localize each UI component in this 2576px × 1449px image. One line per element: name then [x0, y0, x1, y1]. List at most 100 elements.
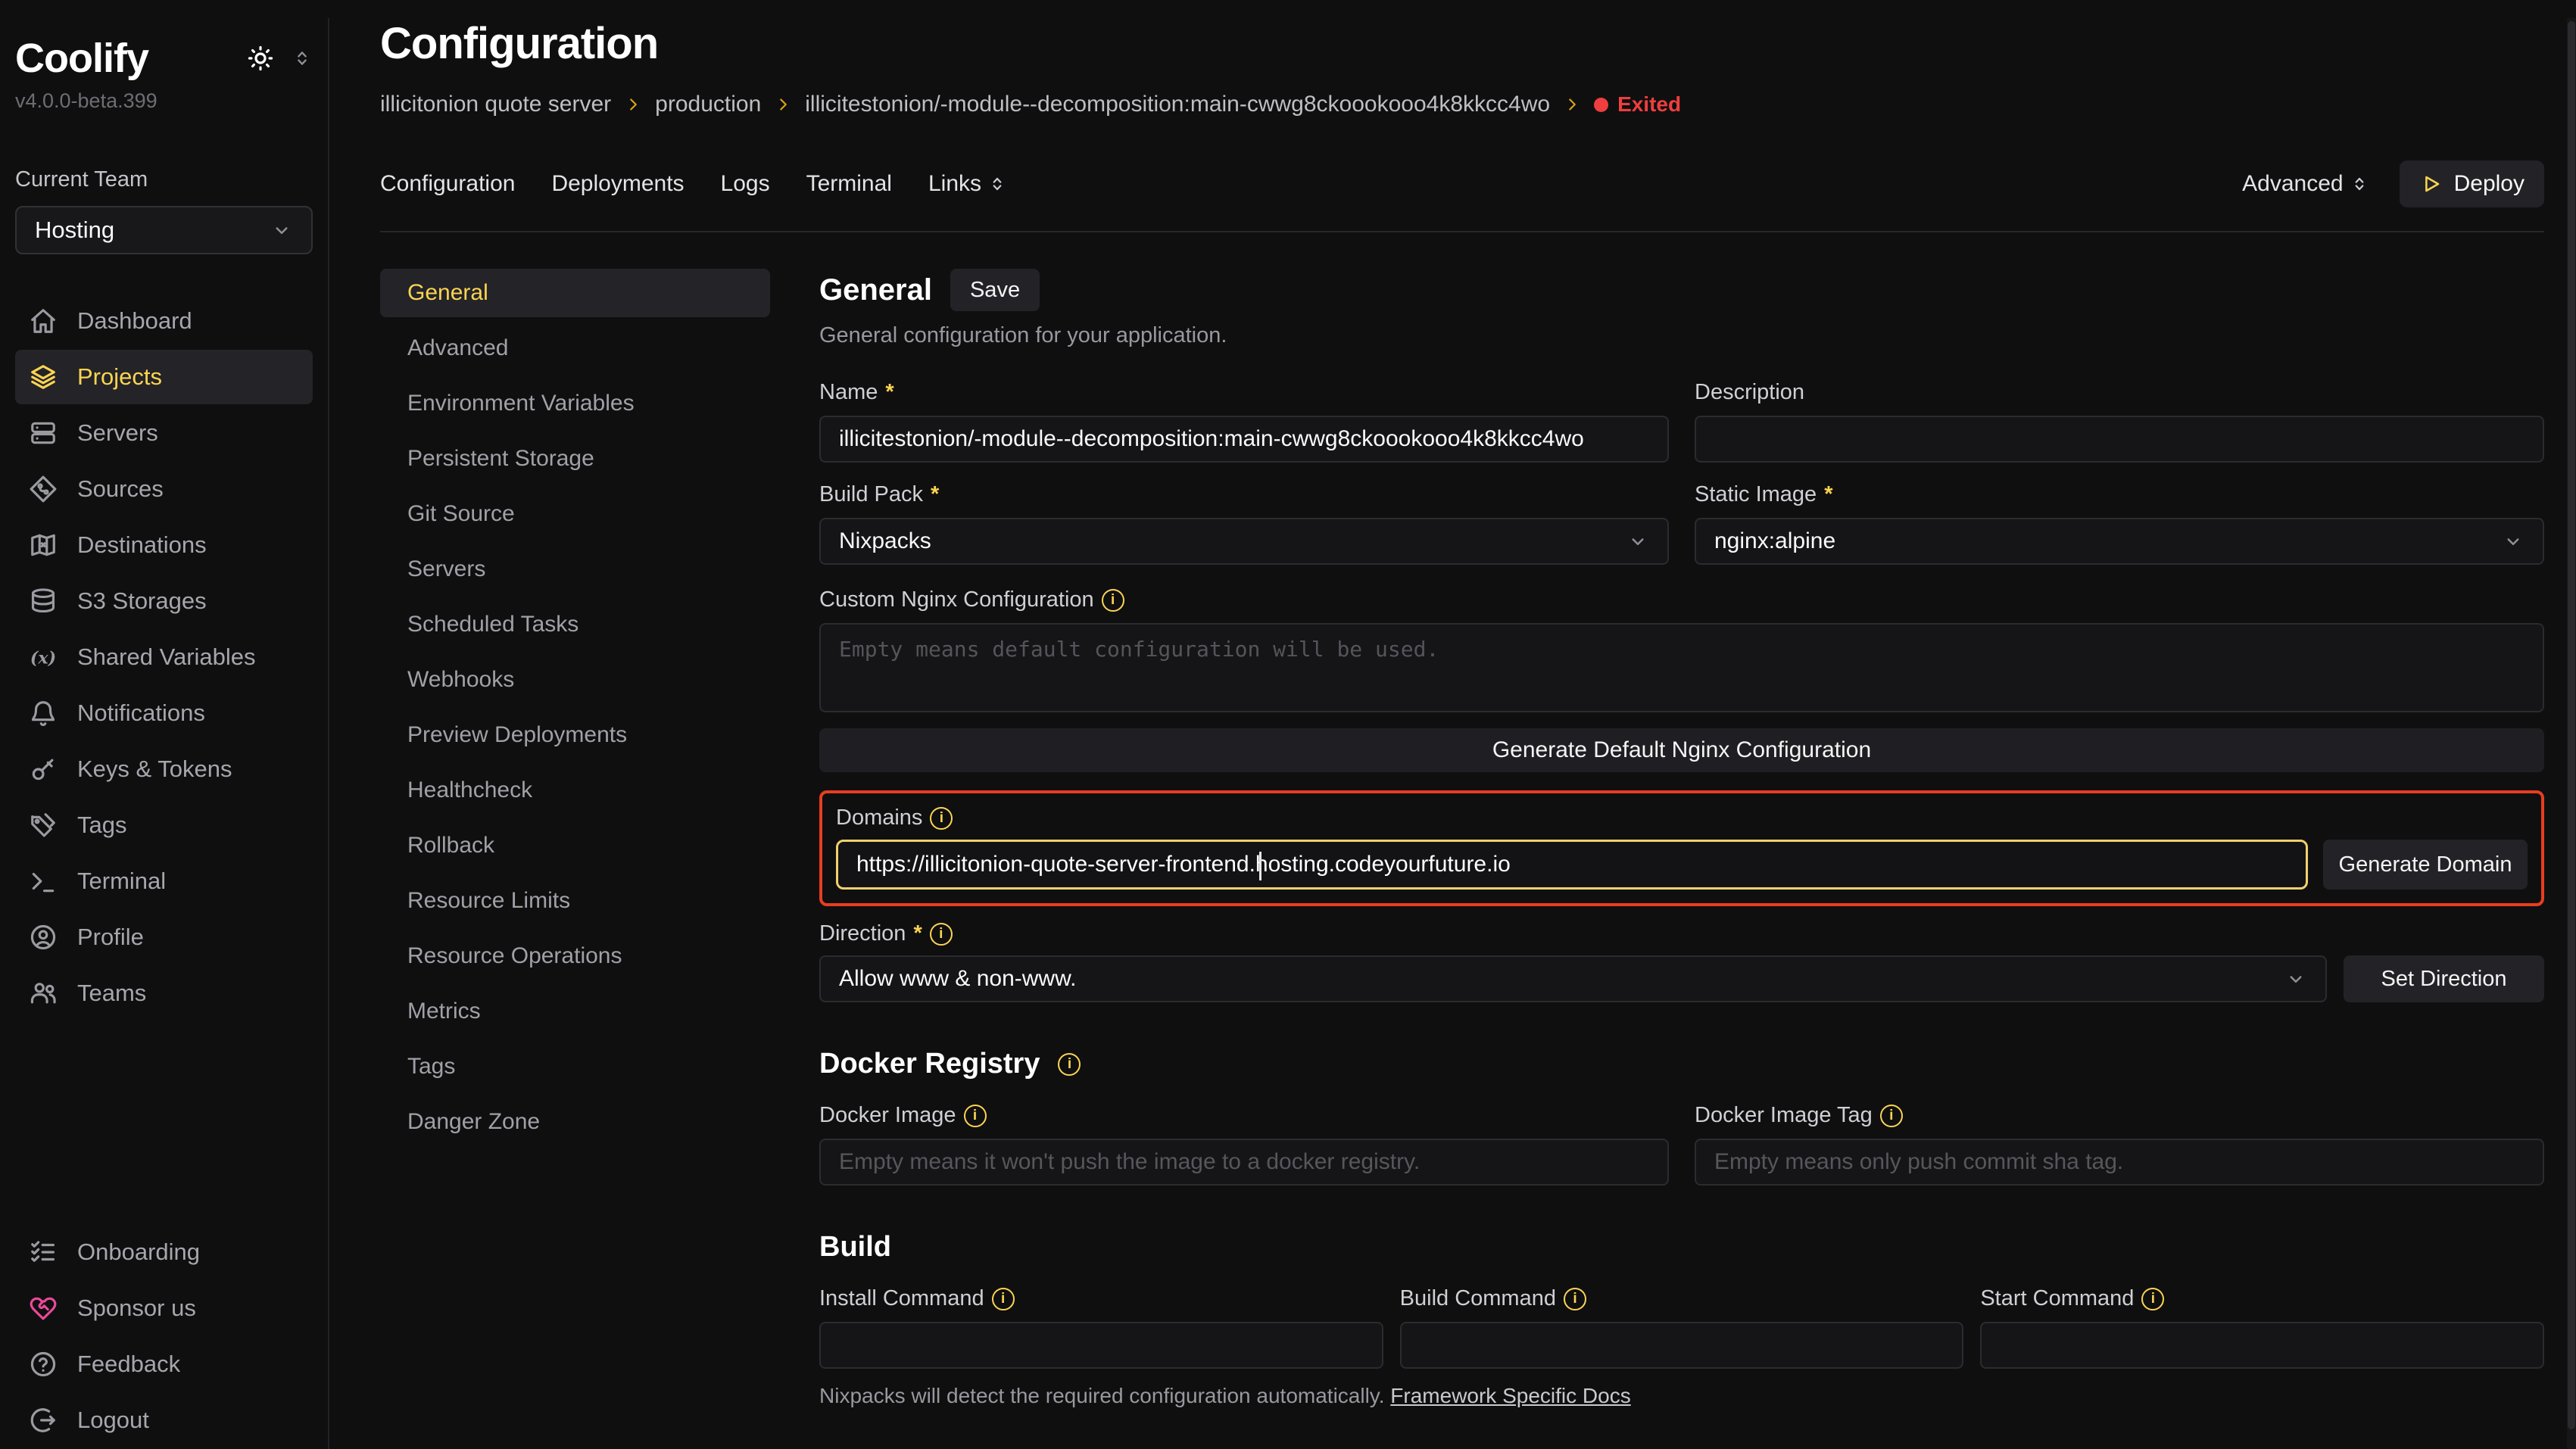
tab-configuration[interactable]: Configuration: [380, 171, 515, 197]
breadcrumb-item[interactable]: production: [655, 92, 761, 117]
docker-image-input[interactable]: [819, 1139, 1669, 1186]
sidebar-item-s3-storages[interactable]: S3 Storages: [15, 574, 313, 628]
sidebar-item-notifications[interactable]: Notifications: [15, 686, 313, 740]
generate-nginx-button[interactable]: Generate Default Nginx Configuration: [819, 728, 2544, 772]
deploy-button[interactable]: Deploy: [2400, 160, 2544, 207]
key-icon: [29, 755, 58, 784]
sidebar-item-destinations[interactable]: Destinations: [15, 518, 313, 572]
build-pack-field: Build Pack * Nixpacks: [819, 482, 1669, 565]
subnav-item-webhooks[interactable]: Webhooks: [380, 656, 770, 704]
sidebar-item-keys-tokens[interactable]: Keys & Tokens: [15, 742, 313, 796]
tab-logs[interactable]: Logs: [721, 171, 770, 197]
breadcrumb-item[interactable]: illicitestonion/-module--decomposition:m…: [805, 92, 1550, 117]
play-icon: [2419, 173, 2442, 195]
chevron-down-icon: [270, 219, 293, 242]
generate-domain-button[interactable]: Generate Domain: [2323, 840, 2528, 890]
info-icon[interactable]: i: [930, 923, 953, 946]
database-icon: [29, 587, 58, 615]
subnav-item-preview-deployments[interactable]: Preview Deployments: [380, 711, 770, 759]
home-icon: [29, 307, 58, 335]
description-input[interactable]: [1695, 416, 2544, 463]
sidebar-item-shared-variables[interactable]: (x)Shared Variables: [15, 630, 313, 684]
info-icon[interactable]: i: [992, 1288, 1015, 1310]
chevrons-up-down-icon[interactable]: [292, 48, 313, 69]
set-direction-button[interactable]: Set Direction: [2344, 955, 2544, 1002]
sidebar-item-projects[interactable]: Projects: [15, 350, 313, 404]
sidebar-item-feedback[interactable]: Feedback: [15, 1337, 313, 1391]
info-icon[interactable]: i: [964, 1105, 987, 1127]
tag-icon: [29, 811, 58, 840]
required-asterisk: *: [913, 921, 922, 946]
info-icon[interactable]: i: [1058, 1053, 1081, 1076]
server-icon: [29, 419, 58, 447]
team-select[interactable]: Hosting: [15, 206, 313, 254]
subnav-item-git-source[interactable]: Git Source: [380, 490, 770, 538]
sidebar-item-servers[interactable]: Servers: [15, 406, 313, 460]
framework-docs-link[interactable]: Framework Specific Docs: [1390, 1384, 1630, 1407]
name-input[interactable]: [819, 416, 1669, 463]
docker-image-tag-input[interactable]: [1695, 1139, 2544, 1186]
advanced-label: Advanced: [2242, 171, 2343, 197]
sidebar-item-teams[interactable]: Teams: [15, 966, 313, 1021]
subnav-item-healthcheck[interactable]: Healthcheck: [380, 766, 770, 815]
advanced-toggle[interactable]: Advanced: [2242, 171, 2369, 197]
direction-select[interactable]: Allow www & non-www.: [819, 955, 2327, 1002]
save-button[interactable]: Save: [950, 269, 1040, 311]
subnav-item-general[interactable]: General: [380, 269, 770, 317]
subnav-item-rollback[interactable]: Rollback: [380, 821, 770, 870]
sidebar-item-label: Servers: [77, 419, 158, 447]
install-command-input[interactable]: [819, 1322, 1383, 1369]
subnav-item-advanced[interactable]: Advanced: [380, 324, 770, 372]
status-dot: [1594, 98, 1608, 112]
build-command-input[interactable]: [1400, 1322, 1964, 1369]
bell-icon: [29, 699, 58, 728]
breadcrumb-item[interactable]: illicitonion quote server: [380, 92, 611, 117]
tab-deployments[interactable]: Deployments: [551, 171, 684, 197]
info-icon[interactable]: i: [1880, 1105, 1903, 1127]
sidebar-item-label: Projects: [77, 363, 162, 391]
subnav-item-resource-limits[interactable]: Resource Limits: [380, 877, 770, 925]
chevron-right-icon: [1562, 95, 1582, 114]
nginx-config-textarea[interactable]: [819, 623, 2544, 712]
subnav-item-scheduled-tasks[interactable]: Scheduled Tasks: [380, 600, 770, 649]
sidebar-item-sponsor-us[interactable]: Sponsor us: [15, 1281, 313, 1335]
info-icon[interactable]: i: [1564, 1288, 1586, 1310]
subnav-item-tags[interactable]: Tags: [380, 1042, 770, 1091]
scrollbar[interactable]: [2567, 18, 2576, 1449]
nixpacks-note: Nixpacks will detect the required config…: [819, 1384, 2544, 1408]
direction-value: Allow www & non-www.: [839, 966, 1076, 992]
section-title-build: Build: [819, 1231, 891, 1264]
subnav-item-resource-operations[interactable]: Resource Operations: [380, 932, 770, 980]
chevrons-up-down-icon: [987, 174, 1007, 194]
info-icon[interactable]: i: [2141, 1288, 2164, 1310]
subnav-item-danger-zone[interactable]: Danger Zone: [380, 1098, 770, 1146]
name-label: Name: [819, 380, 878, 405]
scrollbar-thumb[interactable]: [2568, 21, 2575, 1429]
checklist-icon: [29, 1238, 58, 1267]
subnav-item-servers[interactable]: Servers: [380, 545, 770, 594]
sidebar-item-tags[interactable]: Tags: [15, 798, 313, 852]
theme-toggle-sun-icon[interactable]: [246, 44, 275, 73]
info-icon[interactable]: i: [930, 807, 953, 830]
app-logo[interactable]: Coolify: [15, 35, 148, 82]
tab-links[interactable]: Links: [928, 171, 1007, 197]
tab-terminal[interactable]: Terminal: [806, 171, 892, 197]
subnav-item-environment-variables[interactable]: Environment Variables: [380, 379, 770, 428]
subnav-item-metrics[interactable]: Metrics: [380, 987, 770, 1036]
layers-icon: [29, 363, 58, 391]
sidebar-item-sources[interactable]: Sources: [15, 462, 313, 516]
info-icon[interactable]: i: [1102, 589, 1124, 612]
sidebar-item-logout[interactable]: Logout: [15, 1393, 313, 1447]
divider: [380, 231, 2544, 232]
sidebar-item-profile[interactable]: Profile: [15, 910, 313, 964]
sidebar-item-label: Profile: [77, 924, 144, 951]
start-command-input[interactable]: [1980, 1322, 2544, 1369]
sidebar-item-terminal[interactable]: Terminal: [15, 854, 313, 908]
domains-input[interactable]: https://illicitonion-quote-server-fronte…: [836, 840, 2308, 890]
sidebar-item-onboarding[interactable]: Onboarding: [15, 1225, 313, 1279]
sidebar-item-label: Notifications: [77, 700, 205, 727]
subnav-item-persistent-storage[interactable]: Persistent Storage: [380, 435, 770, 483]
sidebar-item-dashboard[interactable]: Dashboard: [15, 294, 313, 348]
static-image-select[interactable]: nginx:alpine: [1695, 518, 2544, 565]
build-pack-select[interactable]: Nixpacks: [819, 518, 1669, 565]
